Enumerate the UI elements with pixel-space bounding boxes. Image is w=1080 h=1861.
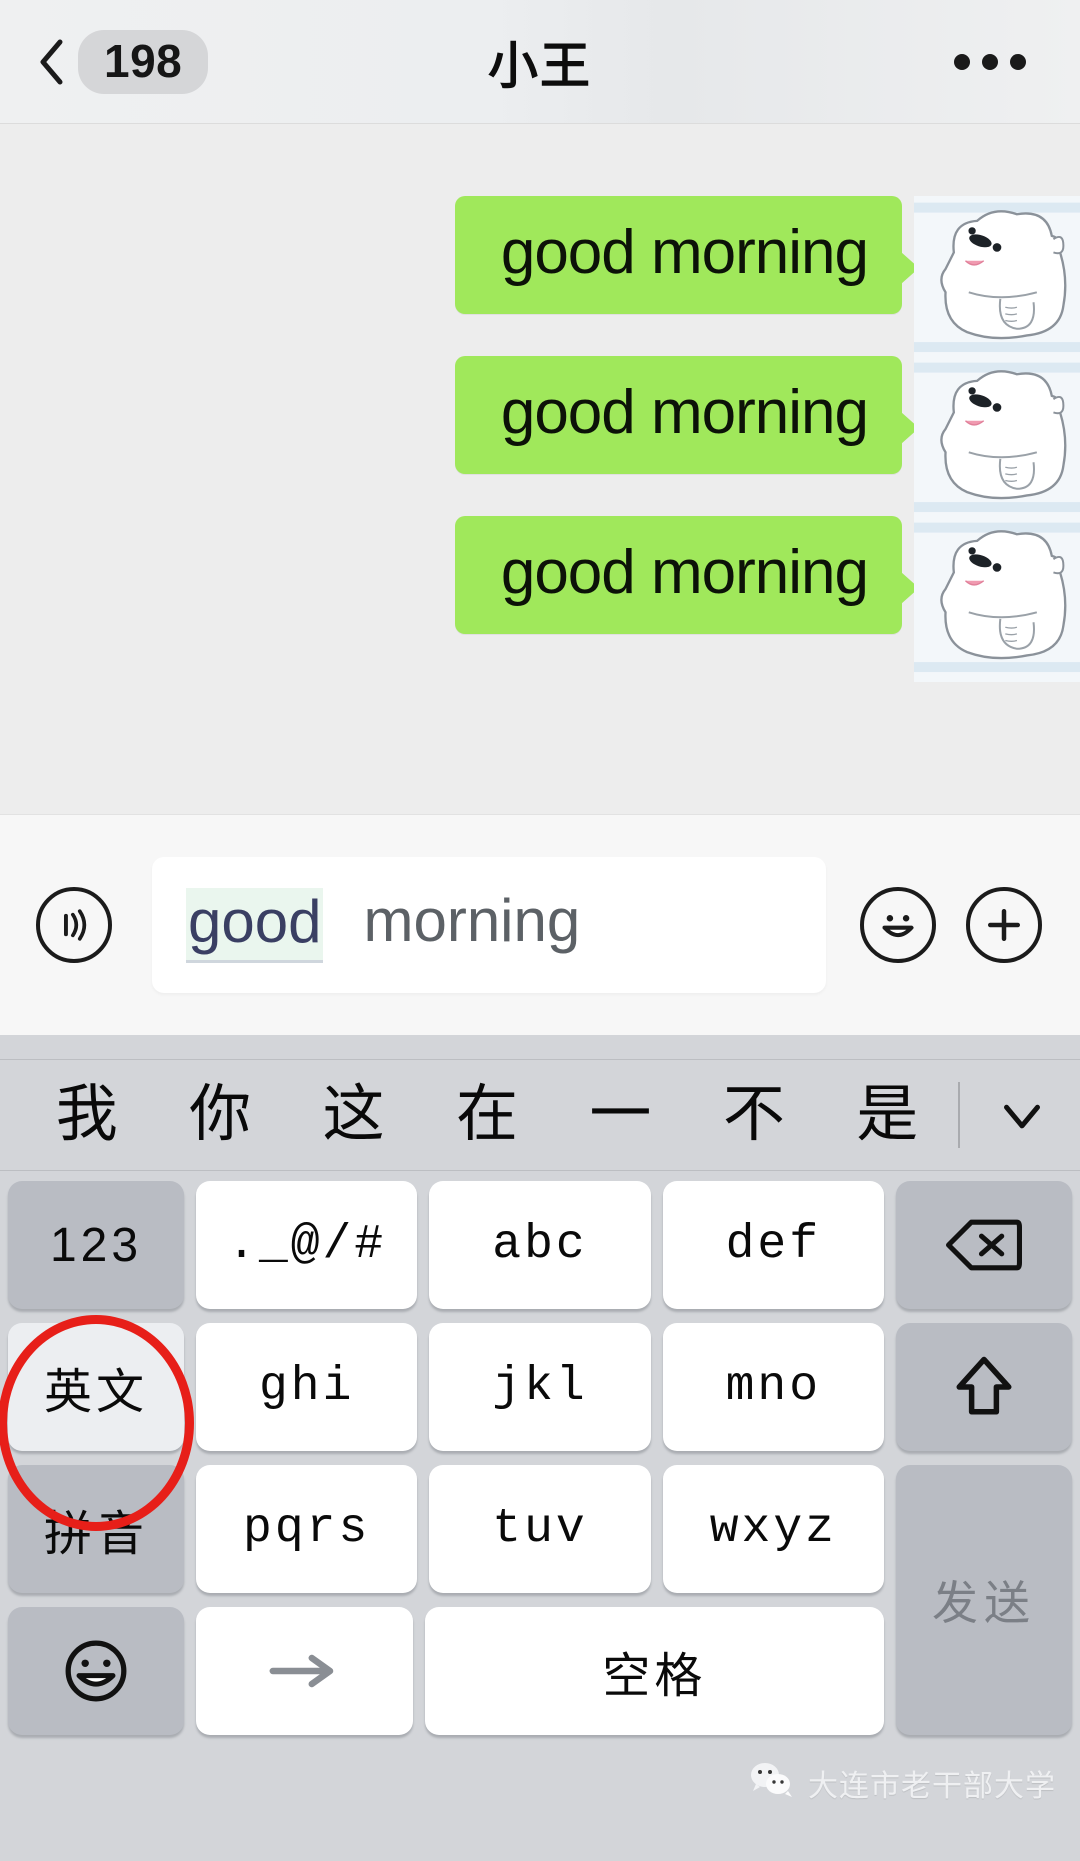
key-pqrs[interactable]: pqrs (196, 1465, 418, 1593)
send-button-spacer (896, 1607, 1072, 1735)
message-text: good morning (500, 218, 869, 287)
candidate-item[interactable]: 我 (20, 1084, 153, 1146)
more-options-icon[interactable] (954, 53, 1026, 70)
key-english-mode[interactable]: 英文 (8, 1323, 184, 1451)
polar-bear-sticker-avatar[interactable] (914, 356, 1080, 522)
key-def[interactable]: def (662, 1181, 884, 1309)
key-tuv[interactable]: tuv (429, 1465, 651, 1593)
watermark-text: 大连市老干部大学 (808, 1769, 1056, 1803)
chat-screen: 198 小王 good morning good morning good mo… (0, 0, 1080, 1861)
key-abc[interactable]: abc (429, 1181, 651, 1309)
key-jkl[interactable]: jkl (429, 1323, 651, 1451)
message-row: good morning (0, 356, 1080, 522)
key-row: 拼音 pqrs tuv wxyz 发送 (8, 1465, 1072, 1735)
key-backspace[interactable] (895, 1181, 1072, 1309)
key-space[interactable]: 空格 (424, 1607, 884, 1735)
key-123[interactable]: 123 (8, 1181, 184, 1309)
more-dot (1010, 53, 1026, 70)
key-mno[interactable]: mno (662, 1323, 884, 1451)
key-wxyz[interactable]: wxyz (662, 1465, 884, 1593)
voice-input-icon[interactable] (36, 887, 112, 963)
candidate-item[interactable]: 这 (287, 1084, 420, 1146)
message-bubble[interactable]: good morning (454, 356, 920, 474)
key-next[interactable] (196, 1607, 413, 1735)
message-bubble[interactable]: good morning (454, 516, 920, 634)
more-dot (954, 53, 970, 70)
message-row: good morning (0, 196, 1080, 362)
message-bubble[interactable]: good morning (454, 196, 920, 314)
wechat-watermark: 大连市老干部大学 (748, 1760, 1056, 1805)
message-input-bar: good morning (0, 814, 1080, 1035)
composing-text: good (186, 887, 324, 963)
candidate-item[interactable]: 在 (420, 1084, 553, 1146)
emoji-face-icon[interactable] (860, 887, 936, 963)
key-shift[interactable] (895, 1323, 1072, 1451)
candidate-item[interactable]: 一 (554, 1084, 687, 1146)
key-grid: 123 ._@/# abc def 英文 ghi jkl mno 拼音 pqrs… (0, 1171, 1080, 1757)
keyboard-top-gap (0, 1035, 1080, 1059)
candidate-item[interactable]: 不 (687, 1084, 820, 1146)
message-row: good morning (0, 516, 1080, 682)
page-title: 小王 (488, 37, 592, 94)
message-text: good morning (500, 538, 869, 607)
chat-header: 198 小王 (0, 0, 1080, 124)
message-text: good morning (500, 378, 869, 447)
key-pinyin-mode[interactable]: 拼音 (8, 1465, 184, 1593)
polar-bear-sticker-avatar[interactable] (914, 516, 1080, 682)
key-row: 英文 ghi jkl mno (8, 1323, 1072, 1451)
key-symbols[interactable]: ._@/# (196, 1181, 418, 1309)
message-list[interactable]: good morning good morning good morning (0, 124, 1080, 814)
candidate-item[interactable]: 你 (153, 1084, 286, 1146)
candidate-item[interactable]: 是 (821, 1084, 954, 1146)
plus-circle-icon[interactable] (966, 887, 1042, 963)
message-text-input[interactable]: good morning (152, 857, 826, 993)
wechat-logo-icon (748, 1760, 796, 1805)
key-ghi[interactable]: ghi (196, 1323, 418, 1451)
more-dot (982, 53, 998, 70)
key-emoji[interactable] (8, 1607, 184, 1735)
polar-bear-sticker-avatar[interactable] (914, 196, 1080, 362)
key-row: 空格 (8, 1607, 1072, 1735)
key-row: 123 ._@/# abc def (8, 1181, 1072, 1309)
candidate-divider (957, 1082, 960, 1148)
virtual-keyboard: 我 你 这 在 一 不 是 123 ._@/# abc def 英文 ghi j… (0, 1035, 1080, 1861)
candidate-bar: 我 你 这 在 一 不 是 (0, 1059, 1080, 1171)
chevron-down-icon[interactable] (964, 1084, 1080, 1146)
typed-text: morning (363, 887, 581, 954)
